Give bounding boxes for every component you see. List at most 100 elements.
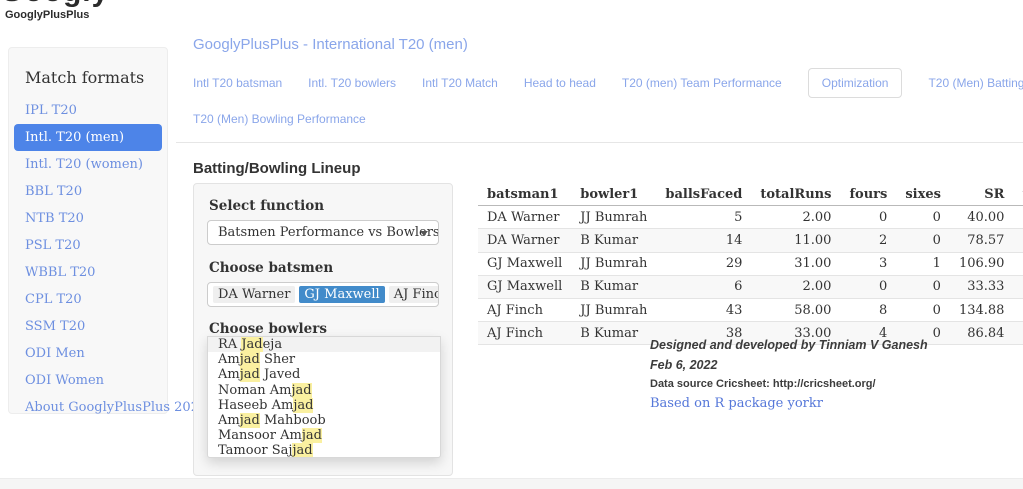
tab-optimization[interactable]: Optimization xyxy=(808,68,903,98)
table-cell: 0 xyxy=(840,275,896,298)
table-cell: JJ Bumrah xyxy=(571,298,656,321)
function-select-value: Batsmen Performance vs Bowlers xyxy=(218,225,439,240)
lineup-form-panel: Select function Batsmen Performance vs B… xyxy=(193,183,453,476)
table-cell: 58.00 xyxy=(751,298,840,321)
credit-yorkr-link[interactable]: Based on R package yorkr xyxy=(650,396,928,411)
table-row: GJ MaxwellJJ Bumrah2931.0031106.902 xyxy=(478,252,1023,275)
table-cell: 0 xyxy=(1013,275,1023,298)
column-header-ballsfaced: ballsFaced xyxy=(656,183,751,206)
batsmen-input[interactable]: DA WarnerGJ Maxwell AJ Finch xyxy=(207,282,439,307)
table-cell: AJ Finch xyxy=(478,322,571,345)
tab-intl-t20-bowlers[interactable]: Intl. T20 bowlers xyxy=(308,76,396,90)
tab-head-to-head[interactable]: Head to head xyxy=(524,76,596,90)
table-cell: 2.00 xyxy=(751,275,840,298)
tab-intl-t20-match[interactable]: Intl T20 Match xyxy=(422,76,498,90)
token-aj-finch[interactable]: AJ Finch xyxy=(389,286,439,303)
tab-t20-men-batting-performance[interactable]: T20 (Men) Batting Performance xyxy=(928,76,1023,90)
token-da-warner[interactable]: DA Warner xyxy=(213,286,295,303)
sidebar-item-ipl-t20[interactable]: IPL T20 xyxy=(9,97,167,124)
sidebar: Match formats IPL T20Intl. T20 (men)Intl… xyxy=(8,47,168,414)
sidebar-heading: Match formats xyxy=(25,68,151,87)
bowlers-suggestion-dropdown: RA JadejaAmjad SherAmjad JavedNoman Amja… xyxy=(207,336,441,458)
select-function-label: Select function xyxy=(209,198,452,214)
table-cell: 78.57 xyxy=(950,229,1014,252)
table-cell: 2.00 xyxy=(751,206,840,229)
table-cell: GJ Maxwell xyxy=(478,252,571,275)
suggestion-noman-amjad[interactable]: Noman Amjad xyxy=(208,383,440,398)
sidebar-item-ssm-t20[interactable]: SSM T20 xyxy=(9,313,167,340)
table-cell: 1 xyxy=(896,252,950,275)
token-gj-maxwell[interactable]: GJ Maxwell xyxy=(299,286,384,303)
tab-bar-row2: T20 (Men) Bowling Performance xyxy=(193,106,366,132)
table-cell: 5 xyxy=(656,206,751,229)
table-body: DA WarnerJJ Bumrah52.000040.002DA Warner… xyxy=(478,206,1023,345)
tabs-divider xyxy=(176,142,1023,143)
sidebar-nav: IPL T20Intl. T20 (men)Intl. T20 (women)B… xyxy=(9,97,167,421)
table-row: AJ FinchJJ Bumrah4358.0080134.881 xyxy=(478,298,1023,321)
suggestion-mansoor-amjad[interactable]: Mansoor Amjad xyxy=(208,428,440,443)
table-cell: 0 xyxy=(896,275,950,298)
table-row: GJ MaxwellB Kumar62.000033.330 xyxy=(478,275,1023,298)
sidebar-item-ntb-t20[interactable]: NTB T20 xyxy=(9,205,167,232)
table-cell: 86.84 xyxy=(950,322,1014,345)
sidebar-item-cpl-t20[interactable]: CPL T20 xyxy=(9,286,167,313)
results-table-wrap: batsman1bowler1ballsFacedtotalRunsfourss… xyxy=(478,183,1023,345)
table-cell: 0 xyxy=(896,206,950,229)
suggestion-haseeb-amjad[interactable]: Haseeb Amjad xyxy=(208,398,440,413)
table-cell: 2 xyxy=(1013,206,1023,229)
logo-clipped: Googly xyxy=(0,0,140,7)
suggestion-ra-jadeja[interactable]: RA Jadeja xyxy=(208,337,440,352)
column-header-fours: fours xyxy=(840,183,896,206)
table-row: DA WarnerB Kumar1411.002078.571 xyxy=(478,229,1023,252)
sidebar-item-odi-men[interactable]: ODI Men xyxy=(9,340,167,367)
sidebar-item-intl-t20-women[interactable]: Intl. T20 (women) xyxy=(9,151,167,178)
table-cell: 3 xyxy=(840,252,896,275)
sidebar-item-about-googlyplusplus-2022[interactable]: About GooglyPlusPlus 2022 xyxy=(9,394,167,421)
table-cell: 0 xyxy=(840,206,896,229)
logo-large-text: Googly xyxy=(0,0,140,7)
suggestion-tamoor-sajjad[interactable]: Tamoor Sajjad xyxy=(208,443,440,458)
sidebar-item-wbbl-t20[interactable]: WBBL T20 xyxy=(9,259,167,286)
table-cell: 1 xyxy=(1013,298,1023,321)
column-header-sr: SR xyxy=(950,183,1014,206)
table-cell: 1 xyxy=(1013,229,1023,252)
column-header-batsman1: batsman1 xyxy=(478,183,571,206)
table-cell: B Kumar xyxy=(571,275,656,298)
tab-t20-men-team-performance[interactable]: T20 (men) Team Performance xyxy=(622,76,782,90)
sidebar-item-odi-women[interactable]: ODI Women xyxy=(9,367,167,394)
suggestion-amjad-javed[interactable]: Amjad Javed xyxy=(208,367,440,382)
tab-intl-t20-batsman[interactable]: Intl T20 batsman xyxy=(193,76,282,90)
sidebar-item-psl-t20[interactable]: PSL T20 xyxy=(9,232,167,259)
table-cell: DA Warner xyxy=(478,206,571,229)
column-header-totalruns: totalRuns xyxy=(751,183,840,206)
suggestion-amjad-mahboob[interactable]: Amjad Mahboob xyxy=(208,413,440,428)
tab-t20-men-bowling-performance[interactable]: T20 (Men) Bowling Performance xyxy=(193,112,366,126)
table-cell: 29 xyxy=(656,252,751,275)
table-cell: 134.88 xyxy=(950,298,1014,321)
table-cell: 2 xyxy=(840,229,896,252)
chevron-down-icon xyxy=(420,231,428,236)
table-cell: 31.00 xyxy=(751,252,840,275)
suggestion-amjad-sher[interactable]: Amjad Sher xyxy=(208,352,440,367)
sidebar-item-intl-t20-men[interactable]: Intl. T20 (men) xyxy=(14,124,162,151)
table-cell: 14 xyxy=(656,229,751,252)
credit-datasource: Data source Cricsheet: http://cricsheet.… xyxy=(650,378,928,390)
function-select[interactable]: Batsmen Performance vs Bowlers xyxy=(207,220,439,245)
sidebar-item-bbl-t20[interactable]: BBL T20 xyxy=(9,178,167,205)
table-cell: B Kumar xyxy=(571,322,656,345)
choose-bowlers-label: Choose bowlers xyxy=(209,321,452,337)
table-cell: 11.00 xyxy=(751,229,840,252)
credits: Designed and developed by Tinniam V Gane… xyxy=(650,338,928,411)
table-cell: B Kumar xyxy=(571,229,656,252)
table-cell: JJ Bumrah xyxy=(571,252,656,275)
section-heading: Batting/Bowling Lineup xyxy=(193,160,360,177)
brand-text: GooglyPlusPlus xyxy=(5,9,89,21)
tab-bar-row1: Intl T20 batsman Intl. T20 bowlers Intl T2… xyxy=(193,68,1023,98)
table-cell: 0 xyxy=(896,298,950,321)
table-header-row: batsman1bowler1ballsFacedtotalRunsfourss… xyxy=(478,183,1023,206)
table-cell: 0 xyxy=(896,229,950,252)
bottom-strip xyxy=(0,478,1023,489)
table-cell: 2 xyxy=(1013,252,1023,275)
column-header-timesout: timesOut xyxy=(1013,183,1023,206)
page-title: GooglyPlusPlus - International T20 (men) xyxy=(193,36,468,53)
